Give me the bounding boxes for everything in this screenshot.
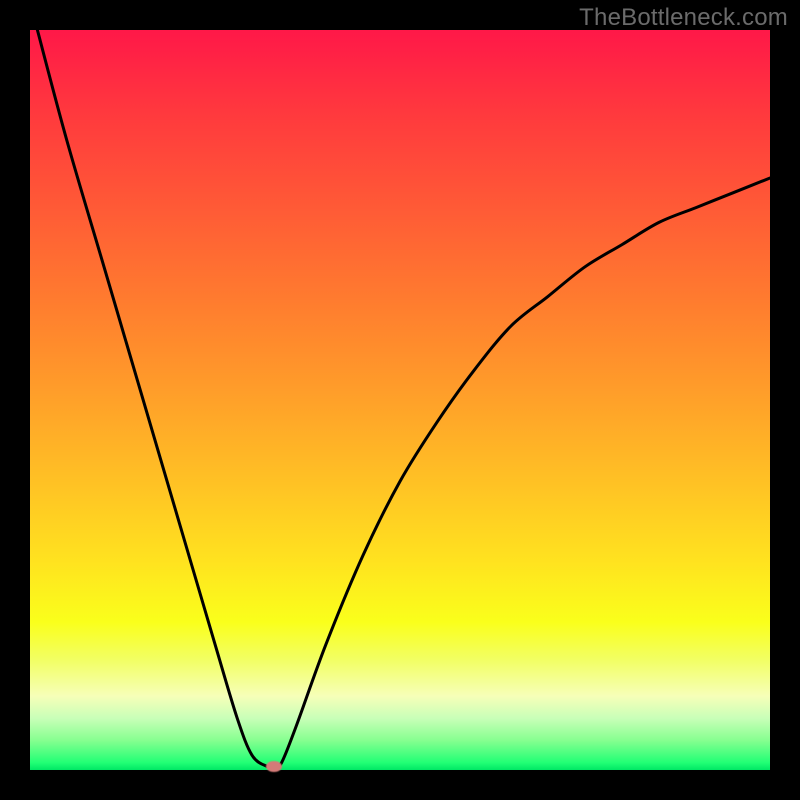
chart-frame: TheBottleneck.com — [0, 0, 800, 800]
plot-area — [30, 30, 770, 770]
curve-layer — [30, 30, 770, 770]
optimum-marker — [266, 761, 282, 772]
bottleneck-curve — [37, 30, 770, 767]
watermark-text: TheBottleneck.com — [579, 4, 788, 32]
